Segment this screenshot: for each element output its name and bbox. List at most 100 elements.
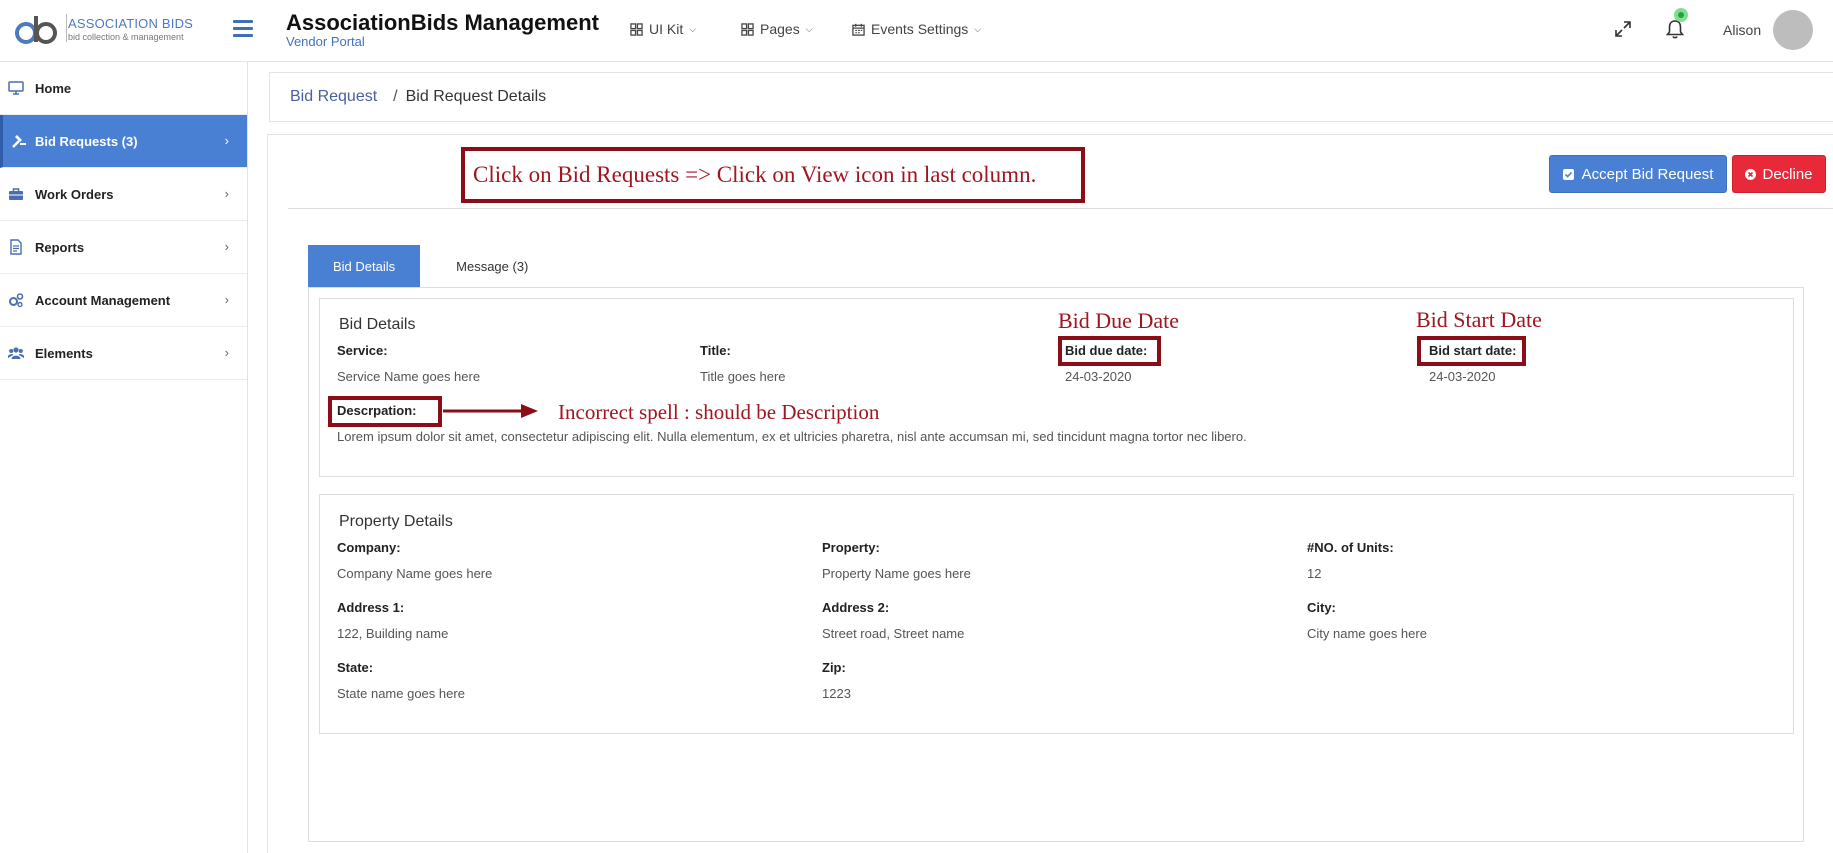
title-value: Title goes here (700, 369, 786, 384)
property-value: Property Name goes here (822, 566, 971, 581)
decline-label: Decline (1762, 165, 1813, 183)
description-value: Lorem ipsum dolor sit amet, consectetur … (337, 429, 1247, 444)
chevron-right-icon: › (224, 239, 229, 254)
address1-value: 122, Building name (337, 626, 449, 641)
app-subtitle: Vendor Portal (286, 34, 365, 49)
chevron-down-icon: ⌵ (974, 23, 982, 34)
bid-details-title: Bid Details (339, 316, 416, 333)
title-label: Title: (700, 343, 731, 358)
spelling-annotation: Incorrect spell : should be Description (558, 400, 880, 424)
logo-secondary-text: bid collection & management (68, 32, 184, 42)
instruction-annotation: Click on Bid Requests => Click on View i… (473, 162, 1037, 187)
sidebar-item-label: Bid Requests (3) (35, 133, 138, 149)
units-label: #NO. of Units: (1307, 540, 1394, 555)
menu-toggle-icon[interactable] (233, 20, 253, 38)
bid-start-date-annotation: Bid Start Date (1416, 307, 1542, 332)
city-label: City: (1307, 600, 1336, 615)
top-header: ASSOCIATION BIDS bid collection & manage… (0, 0, 1833, 62)
chevron-down-icon: ⌵ (689, 23, 697, 34)
grid-icon (630, 22, 643, 36)
topnav-ui-kit[interactable]: UI Kit ⌵ (630, 21, 696, 37)
chevron-right-icon: › (224, 292, 229, 307)
bid-due-date-annotation: Bid Due Date (1058, 308, 1179, 333)
chevron-right-icon: › (224, 345, 229, 360)
fullscreen-expand-icon[interactable] (1614, 20, 1632, 38)
sidebar-item-label: Work Orders (35, 186, 114, 202)
topnav-events-settings-label: Events Settings (871, 21, 969, 37)
briefcase-icon (9, 188, 23, 200)
accept-bid-request-button[interactable]: Accept Bid Request (1549, 155, 1727, 193)
sidebar-item-label: Elements (35, 345, 93, 361)
notification-status-dot (1674, 8, 1688, 22)
bid-request-details-panel: Click on Bid Requests => Click on View i… (267, 134, 1833, 853)
decline-button[interactable]: Decline (1732, 155, 1826, 193)
user-name[interactable]: Alison (1723, 22, 1761, 38)
gavel-icon (12, 135, 26, 148)
address2-label: Address 2: (822, 600, 890, 615)
sidebar-item-account-management[interactable]: Account Management › (0, 274, 247, 327)
grid-icon (741, 22, 754, 36)
checkbox-check-icon (1562, 168, 1574, 180)
logo-separator (66, 14, 67, 42)
property-label: Property: (822, 540, 880, 555)
bid-details-card: Bid Details Service: Service Name goes h… (319, 298, 1794, 477)
breadcrumb-bid-request-link[interactable]: Bid Request (290, 88, 377, 106)
service-value: Service Name goes here (337, 369, 481, 384)
monitor-icon (8, 81, 24, 95)
address1-label: Address 1: (337, 600, 405, 615)
header-divider (288, 208, 1833, 209)
breadcrumb-current: Bid Request Details (405, 88, 547, 105)
avatar[interactable] (1773, 10, 1813, 50)
property-details-title: Property Details (339, 513, 453, 530)
state-label: State: (337, 660, 374, 675)
sidebar-item-label: Account Management (35, 292, 171, 308)
accept-bid-request-label: Accept Bid Request (1581, 165, 1714, 183)
topnav-pages[interactable]: Pages ⌵ (741, 21, 813, 37)
service-label: Service: (337, 343, 388, 358)
tab-message[interactable]: Message (3) (420, 245, 564, 287)
logo-primary-text: ASSOCIATION BIDS (68, 16, 194, 31)
sidebar: Home Bid Requests (3) › Work Orders › Re… (0, 62, 248, 853)
topnav-ui-kit-label: UI Kit (649, 21, 684, 37)
property-details-card: Property Details Company: Company Name g… (319, 494, 1794, 734)
address2-value: Street road, Street name (822, 626, 965, 641)
bid-due-date-value: 24-03-2020 (1065, 369, 1132, 384)
state-value: State name goes here (337, 686, 465, 701)
zip-value: 1223 (822, 686, 851, 701)
chevron-down-icon: ⌵ (805, 23, 813, 34)
gears-icon (9, 293, 24, 308)
app-title: AssociationBids Management (286, 10, 599, 35)
bid-start-date-value: 24-03-2020 (1429, 369, 1496, 384)
logo-mark-icon (15, 16, 57, 44)
detail-tabs: Bid Details Message (3) (308, 245, 564, 287)
breadcrumb-separator: / (393, 88, 398, 105)
document-icon (10, 239, 22, 255)
breadcrumb: Bid Request / Bid Request Details (269, 72, 1833, 122)
chevron-right-icon: › (224, 133, 229, 148)
bid-due-date-label: Bid due date: (1065, 343, 1148, 358)
zip-label: Zip: (822, 660, 846, 675)
company-value: Company Name goes here (337, 566, 493, 581)
tab-bid-details[interactable]: Bid Details (308, 245, 421, 287)
sidebar-item-bid-requests[interactable]: Bid Requests (3) › (0, 115, 247, 168)
sidebar-item-label: Reports (35, 239, 85, 255)
chevron-right-icon: › (224, 186, 229, 201)
sidebar-item-work-orders[interactable]: Work Orders › (0, 168, 247, 221)
sidebar-item-elements[interactable]: Elements › (0, 327, 247, 380)
calendar-icon (852, 23, 865, 36)
description-label: Descrpation: (337, 403, 417, 418)
sidebar-item-home[interactable]: Home (0, 62, 247, 115)
bid-start-date-label: Bid start date: (1429, 343, 1517, 358)
topnav-pages-label: Pages (760, 21, 800, 37)
tab-panel-bid-details: Bid Details Service: Service Name goes h… (308, 287, 1804, 842)
arrow-right-icon (443, 404, 538, 418)
close-circle-icon (1745, 168, 1757, 180)
sidebar-item-reports[interactable]: Reports › (0, 221, 247, 274)
users-icon (8, 347, 24, 359)
topnav-events-settings[interactable]: Events Settings ⌵ (852, 21, 981, 37)
units-value: 12 (1307, 566, 1322, 581)
city-value: City name goes here (1307, 626, 1427, 641)
company-label: Company: (337, 540, 401, 555)
association-bids-logo[interactable]: ASSOCIATION BIDS bid collection & manage… (14, 10, 204, 48)
sidebar-item-label: Home (35, 80, 72, 96)
